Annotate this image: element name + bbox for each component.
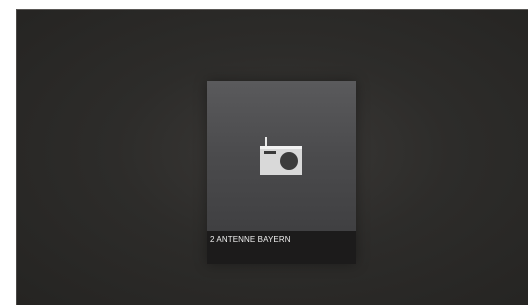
station-tile[interactable]: 2 ANTENNE BAYERN: [207, 81, 356, 264]
radio-icon: [260, 137, 302, 177]
media-screen: 2 ANTENNE BAYERN: [16, 9, 528, 305]
tile-caption-bar: 2 ANTENNE BAYERN: [207, 231, 356, 264]
station-name: 2 ANTENNE BAYERN: [210, 235, 291, 244]
